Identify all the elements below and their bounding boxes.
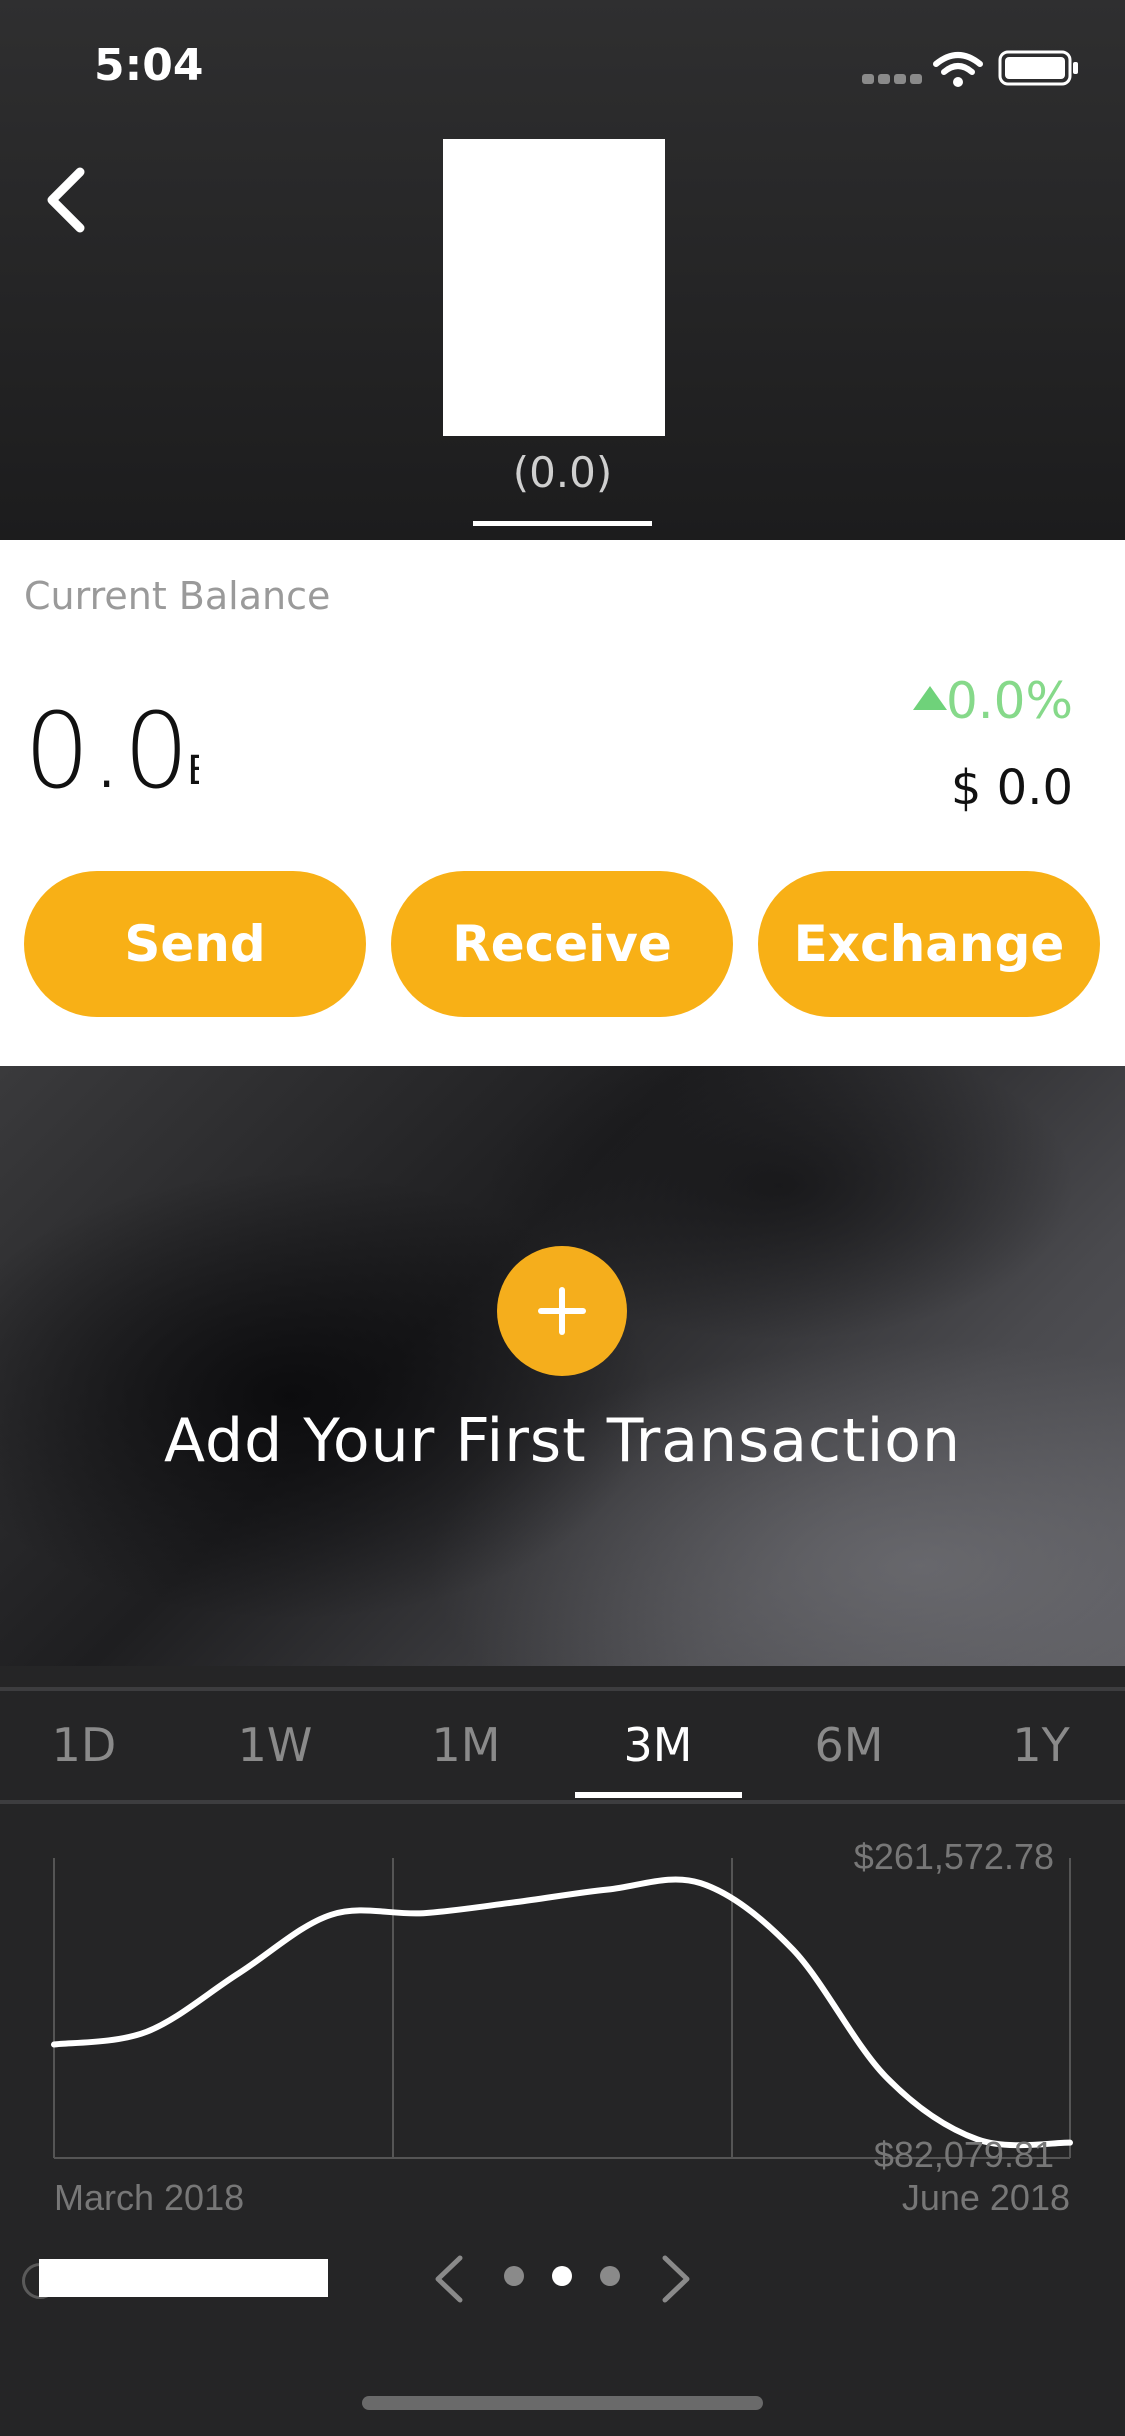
tab-1d[interactable]: 1D: [0, 1718, 179, 1772]
tab-1m[interactable]: 1M: [371, 1718, 561, 1772]
coin-underline: [473, 521, 652, 526]
add-transaction-text: Add Your First Transaction: [164, 1406, 961, 1476]
balance-value: 0.0: [24, 690, 190, 812]
chevron-right-icon[interactable]: [655, 2254, 695, 2304]
balance-label: Current Balance: [24, 574, 331, 618]
status-time: 5:04: [94, 40, 204, 91]
balance-change: 0.0%: [945, 672, 1073, 730]
exchange-button[interactable]: Exchange: [758, 871, 1100, 1017]
balance-usd: $ 0.0: [950, 760, 1073, 816]
balance-unit: B: [187, 748, 199, 794]
page-dot-1[interactable]: [504, 2266, 524, 2286]
send-button[interactable]: Send: [24, 871, 366, 1017]
price-chart: $261,572.78 $82,079.81 March 2018 June 2…: [51, 1840, 1073, 2218]
tab-3m[interactable]: 3M: [563, 1718, 753, 1772]
page-dot-2[interactable]: [552, 2266, 572, 2286]
tabs-divider-top: [0, 1687, 1125, 1691]
signal-icon: [862, 74, 922, 84]
battery-icon: [998, 50, 1078, 86]
tabs-divider-bottom: [0, 1800, 1125, 1804]
y-max-label: $261,572.78: [854, 1840, 1054, 1877]
status-icons: [862, 50, 1078, 87]
x-start-label: March 2018: [54, 2177, 244, 2218]
back-chevron-icon[interactable]: [42, 164, 92, 236]
series-line: [51, 1876, 1073, 2149]
tab-1w[interactable]: 1W: [180, 1718, 370, 1772]
coin-image: [443, 139, 665, 436]
wifi-icon: [933, 52, 983, 75]
tab-6m[interactable]: 6M: [754, 1718, 944, 1772]
receive-button[interactable]: Receive: [391, 871, 733, 1017]
up-arrow-icon: [913, 686, 947, 710]
plus-icon: [538, 1287, 586, 1335]
coin-amount: (0.0): [512, 448, 613, 497]
y-min-label: $82,079.81: [874, 2134, 1054, 2175]
page-dot-3[interactable]: [600, 2266, 620, 2286]
active-tab-underline: [575, 1792, 742, 1798]
x-end-label: June 2018: [902, 2177, 1070, 2218]
pager-bar: [39, 2259, 328, 2297]
chart-grid: [53, 1858, 1071, 2159]
add-transaction-button[interactable]: [497, 1246, 627, 1376]
tab-1y[interactable]: 1Y: [946, 1718, 1125, 1772]
home-indicator: [362, 2396, 763, 2410]
chevron-left-icon[interactable]: [430, 2254, 470, 2304]
